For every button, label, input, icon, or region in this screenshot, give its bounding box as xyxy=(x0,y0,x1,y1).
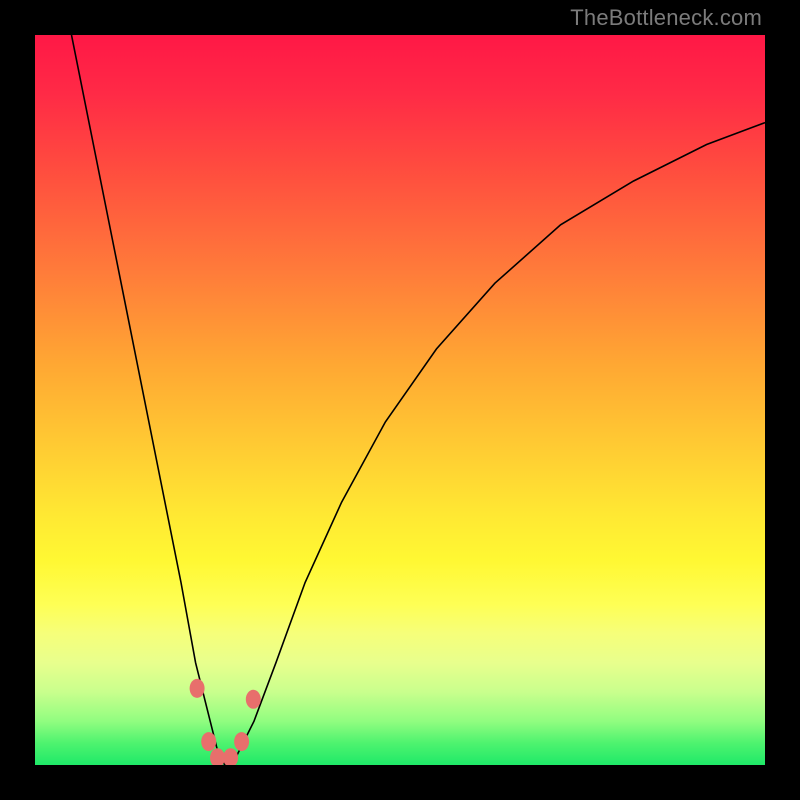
curve-marker-0 xyxy=(190,679,205,698)
curve-marker-1 xyxy=(201,732,216,751)
chart-frame: TheBottleneck.com xyxy=(0,0,800,800)
curve-svg xyxy=(35,35,765,765)
marker-group xyxy=(190,679,261,765)
curve-marker-2 xyxy=(210,748,225,765)
curve-marker-5 xyxy=(246,690,261,709)
plot-area xyxy=(35,35,765,765)
curve-marker-4 xyxy=(234,732,249,751)
bottleneck-curve xyxy=(72,35,766,765)
watermark-text: TheBottleneck.com xyxy=(570,5,762,31)
curve-marker-3 xyxy=(223,748,238,765)
